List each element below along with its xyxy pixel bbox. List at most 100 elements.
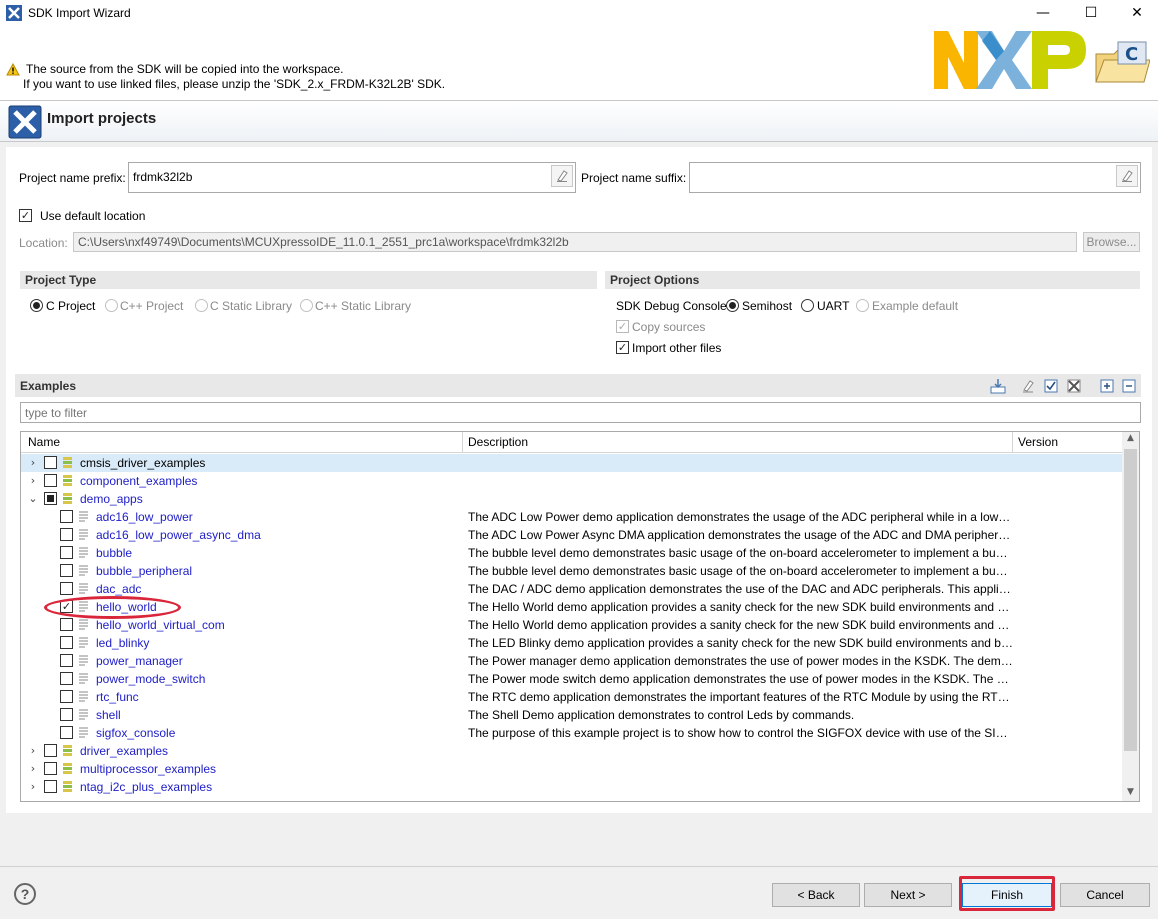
finish-highlight-box [959,876,1055,911]
column-description[interactable]: Description [468,435,528,449]
next-button[interactable]: Next > [864,883,952,907]
tree-row[interactable]: led_blinky The LED Blinky demo applicati… [21,634,1123,652]
import-other-files-checkbox[interactable]: ✓ [616,341,629,354]
row-checkbox[interactable] [60,618,73,631]
row-description: The bubble level demo demonstrates basic… [468,546,1013,560]
tree-row[interactable]: hello_world_virtual_com The Hello World … [21,616,1123,634]
document-icon [78,510,89,524]
tree-row[interactable]: dac_adc The DAC / ADC demo application d… [21,580,1123,598]
tree-row[interactable]: bubble_peripheral The bubble level demo … [21,562,1123,580]
row-description: The purpose of this example project is t… [468,726,1013,740]
tree-row[interactable]: power_manager The Power manager demo app… [21,652,1123,670]
wizard-header [0,100,1158,142]
cpp-static-library-radio[interactable] [300,299,313,312]
help-icon[interactable]: ? [14,883,36,905]
uart-label: UART [817,299,850,313]
page-title: Import projects [47,110,157,127]
uart-radio[interactable] [801,299,814,312]
copy-sources-checkbox[interactable]: ✓ [616,320,629,333]
row-checkbox[interactable] [44,492,57,505]
tree-row[interactable]: › multiprocessor_examples [21,760,1123,778]
tree-row[interactable]: shell The Shell Demo application demonst… [21,706,1123,724]
document-icon [78,636,89,650]
debug-console-label: SDK Debug Console [616,299,727,313]
deselect-all-icon[interactable] [1066,378,1082,394]
tree-row[interactable]: adc16_low_power The ADC Low Power demo a… [21,508,1123,526]
suffix-input[interactable] [689,162,1141,193]
row-description: The DAC / ADC demo application demonstra… [468,582,1013,596]
row-name: led_blinky [96,636,150,650]
row-description: The LED Blinky demo application provides… [468,636,1013,650]
scroll-up-arrow-icon[interactable]: ▲ [1122,433,1139,443]
row-checkbox[interactable] [60,510,73,523]
row-checkbox[interactable] [44,762,57,775]
minimize-button[interactable]: — [1020,0,1066,26]
tree-row[interactable]: power_mode_switch The Power mode switch … [21,670,1123,688]
close-button[interactable]: ✕ [1114,0,1158,26]
expand-arrow-icon[interactable]: › [28,744,38,757]
cpp-project-radio[interactable] [105,299,118,312]
svg-text:C: C [1125,44,1138,65]
c-project-radio[interactable] [30,299,43,312]
tree-row[interactable]: rtc_func The RTC demo application demons… [21,688,1123,706]
row-checkbox[interactable] [60,546,73,559]
document-icon [78,546,89,560]
row-checkbox[interactable] [60,672,73,685]
library-icon [62,492,73,506]
row-checkbox[interactable] [60,528,73,541]
back-button[interactable]: < Back [772,883,860,907]
select-all-icon[interactable] [1043,378,1059,394]
c-static-library-radio[interactable] [195,299,208,312]
location-input[interactable]: C:\Users\nxf49749\Documents\MCUXpressoID… [73,232,1077,252]
row-checkbox[interactable] [60,582,73,595]
import-from-folder-icon[interactable] [990,378,1006,394]
semihost-radio[interactable] [726,299,739,312]
tree-row[interactable]: ✓ hello_world The Hello World demo appli… [21,598,1123,616]
row-checkbox[interactable] [44,474,57,487]
expand-arrow-icon[interactable]: › [28,474,38,487]
cancel-button[interactable]: Cancel [1060,883,1150,907]
document-icon [78,618,89,632]
tree-row[interactable]: sigfox_console The purpose of this examp… [21,724,1123,742]
tree-row[interactable]: › cmsis_driver_examples [21,454,1123,472]
maximize-button[interactable]: ☐ [1068,0,1114,26]
example-default-radio[interactable] [856,299,869,312]
tree-row[interactable]: › component_examples [21,472,1123,490]
tree-row[interactable]: › ntag_i2c_plus_examples [21,778,1123,796]
clear-suffix-button[interactable] [1116,165,1138,187]
collapse-all-icon[interactable] [1121,378,1137,394]
browse-button[interactable]: Browse... [1083,232,1140,252]
row-checkbox[interactable] [44,780,57,793]
filter-input[interactable] [20,402,1141,423]
clear-selection-icon[interactable] [1020,378,1036,394]
use-default-location-checkbox[interactable]: ✓ [19,209,32,222]
tree-row[interactable]: ⌄ demo_apps [21,490,1123,508]
row-checkbox[interactable] [60,690,73,703]
row-checkbox[interactable] [44,744,57,757]
column-version[interactable]: Version [1018,435,1058,449]
row-name: power_mode_switch [96,672,206,686]
row-checkbox[interactable] [60,636,73,649]
expand-all-icon[interactable] [1099,378,1115,394]
tree-row[interactable]: bubble The bubble level demo demonstrate… [21,544,1123,562]
prefix-input[interactable]: frdmk32l2b [128,162,576,193]
library-icon [62,456,73,470]
row-checkbox[interactable] [60,564,73,577]
project-type-header: Project Type [20,271,597,289]
scrollbar-thumb[interactable] [1124,449,1137,751]
row-checkbox[interactable] [60,654,73,667]
row-checkbox[interactable] [60,726,73,739]
tree-row[interactable]: › driver_examples [21,742,1123,760]
expand-arrow-icon[interactable]: › [28,456,38,469]
tree-row[interactable]: adc16_low_power_async_dma The ADC Low Po… [21,526,1123,544]
document-icon [78,528,89,542]
clear-prefix-button[interactable] [551,165,573,187]
eraser-icon [1122,170,1133,182]
collapse-arrow-icon[interactable]: ⌄ [28,492,38,505]
column-name[interactable]: Name [28,435,60,449]
scroll-down-arrow-icon[interactable]: ▼ [1122,787,1139,797]
row-checkbox[interactable] [60,708,73,721]
expand-arrow-icon[interactable]: › [28,780,38,793]
row-checkbox[interactable] [44,456,57,469]
expand-arrow-icon[interactable]: › [28,762,38,775]
